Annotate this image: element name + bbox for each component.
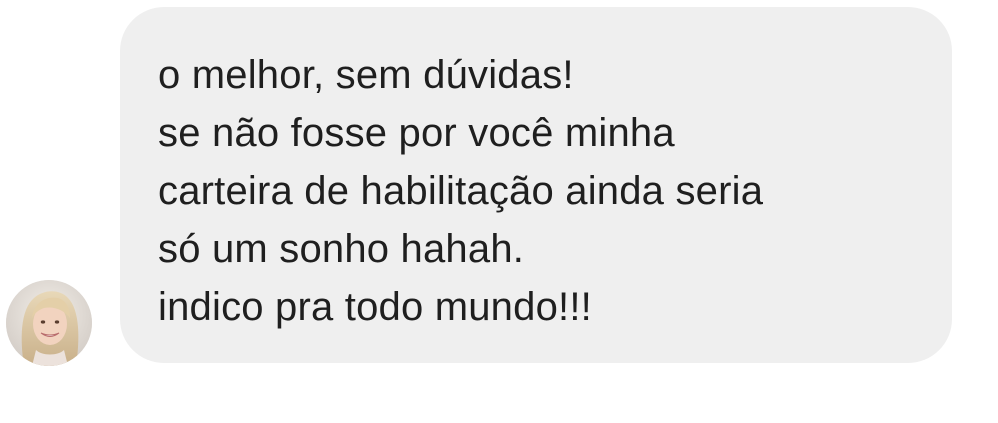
message-bubble[interactable]: o melhor, sem dúvidas! se não fosse por … [120, 7, 952, 363]
message-line: carteira de habilitação ainda seria [158, 169, 764, 213]
message-line: o melhor, sem dúvidas! [158, 53, 574, 97]
message-line: só um sonho hahah. [158, 227, 525, 271]
message-row: o melhor, sem dúvidas! se não fosse por … [0, 0, 998, 423]
message-line: indico pra todo mundo!!! [158, 285, 592, 329]
profile-photo-icon [6, 280, 92, 366]
message-line: se não fosse por você minha [158, 111, 675, 155]
sender-avatar[interactable] [6, 280, 92, 366]
